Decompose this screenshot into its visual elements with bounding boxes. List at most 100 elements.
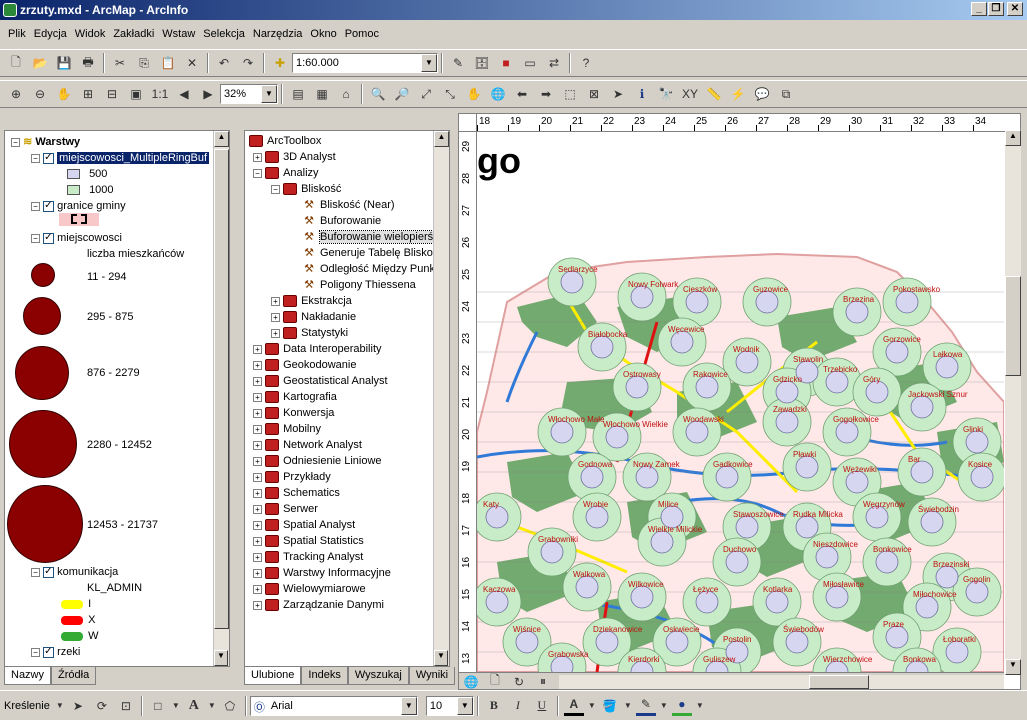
- toolbox-item[interactable]: − Bliskość: [271, 182, 341, 196]
- layer-komunikacja[interactable]: − komunikacja: [31, 565, 118, 579]
- text-icon[interactable]: A: [184, 696, 204, 716]
- zoom-combo[interactable]: 32% ▼: [220, 84, 278, 104]
- expand-icon[interactable]: +: [271, 328, 280, 338]
- toolbox-item[interactable]: + Przykłady: [253, 470, 331, 484]
- forward-icon[interactable]: ➡: [536, 84, 556, 104]
- copy-icon[interactable]: ⎘: [134, 53, 154, 73]
- expand-icon[interactable]: +: [253, 360, 262, 370]
- expand-icon[interactable]: +: [253, 152, 262, 162]
- zoom-out-icon[interactable]: 🔎: [392, 84, 412, 104]
- toolbox-item[interactable]: + Statystyki: [271, 326, 348, 340]
- measure-icon[interactable]: 📏: [704, 84, 724, 104]
- zoom-whole-page-icon[interactable]: ▣: [126, 84, 146, 104]
- select-elements-icon[interactable]: ➤: [608, 84, 628, 104]
- toolbox-item[interactable]: + Kartografia: [253, 390, 337, 404]
- fixed-zoom-in-icon[interactable]: ⤢: [416, 84, 436, 104]
- layout-view[interactable]: 18 19 20 21 22 23 24 25 26 27 28 29 30 31 32 33 34 29 28 2…: [458, 113, 1021, 690]
- layer-granice[interactable]: − granice gminy: [31, 199, 126, 213]
- tab-zrodla[interactable]: Źródła: [51, 667, 97, 685]
- add-data-icon[interactable]: ✚: [270, 53, 290, 73]
- toolbox-scrollbar[interactable]: ▲ ▼: [433, 131, 449, 666]
- toolbox-item[interactable]: + Warstwy Informacyjne: [253, 566, 391, 580]
- next-extent-icon[interactable]: ▶: [198, 84, 218, 104]
- pan-page-icon[interactable]: ✋: [54, 84, 74, 104]
- undo-icon[interactable]: ↶: [214, 53, 234, 73]
- toolbox-root[interactable]: ArcToolbox: [249, 134, 321, 148]
- focus-data-frame-icon[interactable]: ▦: [312, 84, 332, 104]
- expand-icon[interactable]: +: [253, 488, 262, 498]
- expand-icon[interactable]: −: [271, 184, 280, 194]
- font-combo[interactable]: Ⓞ Arial ▼: [249, 695, 418, 716]
- chevron-down-icon[interactable]: ▼: [400, 696, 417, 715]
- change-layout-icon[interactable]: ⌂: [336, 84, 356, 104]
- toolbox-item[interactable]: + Ekstrakcja: [271, 294, 352, 308]
- expand-icon[interactable]: +: [253, 456, 262, 466]
- editor-toolbar-icon[interactable]: ✎: [448, 53, 468, 73]
- hyperlink-icon[interactable]: ⚡: [728, 84, 748, 104]
- tab-wyszukaj[interactable]: Wyszukaj: [347, 667, 409, 685]
- toolbox-item[interactable]: ⚒ Buforowanie: [289, 214, 381, 228]
- toolbox-item[interactable]: ⚒ Odległość Między Punktami: [289, 262, 449, 276]
- rectangle-icon[interactable]: □: [148, 696, 168, 716]
- zoom-in-icon[interactable]: 🔍: [368, 84, 388, 104]
- italic-icon[interactable]: I: [508, 696, 528, 716]
- restore-button[interactable]: ❐: [988, 2, 1004, 16]
- toolbox-item[interactable]: ⚒ Buforowanie wielopierście: [289, 230, 449, 244]
- paste-icon[interactable]: 📋: [158, 53, 178, 73]
- chevron-down-icon[interactable]: ▼: [208, 696, 216, 716]
- toolbox-item[interactable]: ⚒ Bliskość (Near): [289, 198, 395, 212]
- fill-color-icon[interactable]: 🪣: [600, 696, 620, 716]
- layer-visibility-checkbox[interactable]: [43, 645, 55, 659]
- expand-icon[interactable]: +: [253, 568, 262, 578]
- toolbox-item[interactable]: + 3D Analyst: [253, 150, 336, 164]
- expand-icon[interactable]: +: [253, 600, 262, 610]
- chevron-down-icon[interactable]: ▼: [56, 696, 64, 716]
- fixed-zoom-out-page-icon[interactable]: ⊟: [102, 84, 122, 104]
- chevron-down-icon[interactable]: ▼: [172, 696, 180, 716]
- layout-view-icon[interactable]: 🗋: [485, 672, 505, 690]
- toolbox-item[interactable]: + Spatial Statistics: [253, 534, 364, 548]
- fixed-zoom-out-icon[interactable]: ⤡: [440, 84, 460, 104]
- pan-icon[interactable]: ✋: [464, 84, 484, 104]
- print-icon[interactable]: 🖶: [78, 53, 98, 73]
- scale-combo[interactable]: 1:60.000 ▼: [292, 53, 438, 73]
- toggle-draft-mode-icon[interactable]: ▤: [288, 84, 308, 104]
- chevron-down-icon[interactable]: ▼: [660, 696, 668, 716]
- edit-vertices-icon[interactable]: ⬠: [220, 696, 240, 716]
- map-vertical-scrollbar[interactable]: ▲ ▼: [1005, 130, 1021, 675]
- layer-visibility-checkbox[interactable]: [43, 565, 55, 579]
- clear-selection-icon[interactable]: ⊠: [584, 84, 604, 104]
- pause-drawing-icon[interactable]: ⏸: [533, 672, 553, 690]
- menu-wstaw[interactable]: Wstaw: [158, 28, 199, 40]
- expand-icon[interactable]: +: [253, 376, 262, 386]
- expand-icon[interactable]: +: [271, 312, 280, 322]
- zoom-to-selected-icon[interactable]: ⊡: [116, 696, 136, 716]
- fixed-zoom-in-page-icon[interactable]: ⊞: [78, 84, 98, 104]
- chevron-down-icon[interactable]: ▼: [421, 54, 437, 72]
- zoom-100-icon[interactable]: 1:1: [150, 84, 170, 104]
- toolbox-item[interactable]: + Mobilny: [253, 422, 321, 436]
- toolbox-item[interactable]: + Serwer: [253, 502, 318, 516]
- save-icon[interactable]: 💾: [54, 53, 74, 73]
- toolbox-item[interactable]: + Nakładanie: [271, 310, 356, 324]
- redo-icon[interactable]: ↷: [238, 53, 258, 73]
- modelbuilder-icon[interactable]: ⇄: [544, 53, 564, 73]
- expand-icon[interactable]: +: [271, 296, 280, 306]
- toc-scrollbar[interactable]: ▲ ▼: [213, 131, 229, 666]
- toolbox-item[interactable]: − Analizy: [253, 166, 319, 180]
- rotate-icon[interactable]: ⟳: [92, 696, 112, 716]
- menu-selekcja[interactable]: Selekcja: [199, 28, 249, 40]
- command-line-icon[interactable]: ▭: [520, 53, 540, 73]
- time-slider-icon[interactable]: ⧉: [776, 84, 796, 104]
- toolbox-item[interactable]: + Wielowymiarowe: [253, 582, 366, 596]
- menu-widok[interactable]: Widok: [71, 28, 110, 40]
- toolbox-item[interactable]: + Spatial Analyst: [253, 518, 355, 532]
- drawing-menu[interactable]: Kreślenie: [4, 700, 50, 712]
- arccatalog-icon[interactable]: 🗄: [472, 53, 492, 73]
- menu-plik[interactable]: Plik: [4, 28, 30, 40]
- toolbox-item[interactable]: + Tracking Analyst: [253, 550, 363, 564]
- layer-visibility-checkbox[interactable]: [43, 151, 55, 165]
- tab-nazwy[interactable]: Nazwy: [4, 667, 52, 685]
- expand-icon[interactable]: +: [253, 344, 262, 354]
- menu-okno[interactable]: Okno: [306, 28, 340, 40]
